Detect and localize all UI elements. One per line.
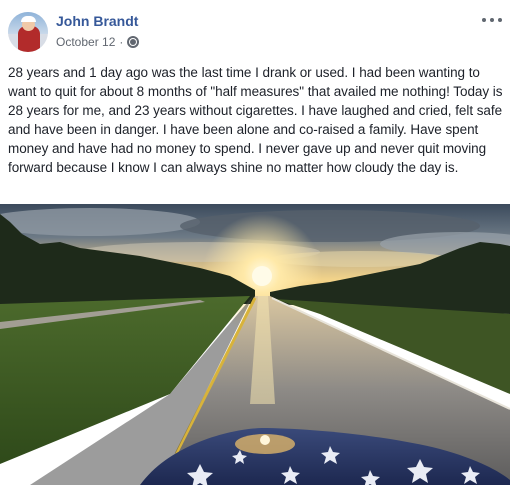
facebook-post: John Brandt October 12 · 28 years and 1 … bbox=[0, 0, 510, 485]
more-dot bbox=[490, 18, 494, 22]
more-options-icon[interactable] bbox=[482, 12, 502, 28]
author-avatar[interactable] bbox=[8, 12, 48, 52]
post-date-link[interactable]: October 12 bbox=[56, 35, 115, 49]
sunset-highway-image bbox=[0, 204, 510, 485]
post-text: 28 years and 1 day ago was the last time… bbox=[8, 65, 503, 175]
post-photo[interactable] bbox=[0, 204, 510, 485]
more-dot bbox=[498, 18, 502, 22]
avatar-cap bbox=[21, 16, 36, 22]
author-name-link[interactable]: John Brandt bbox=[56, 13, 138, 29]
meta-separator: · bbox=[119, 35, 124, 49]
post-meta: October 12 · bbox=[56, 35, 140, 49]
post-header: John Brandt October 12 · bbox=[0, 0, 510, 60]
globe-icon[interactable] bbox=[127, 36, 140, 48]
more-dot bbox=[482, 18, 486, 22]
